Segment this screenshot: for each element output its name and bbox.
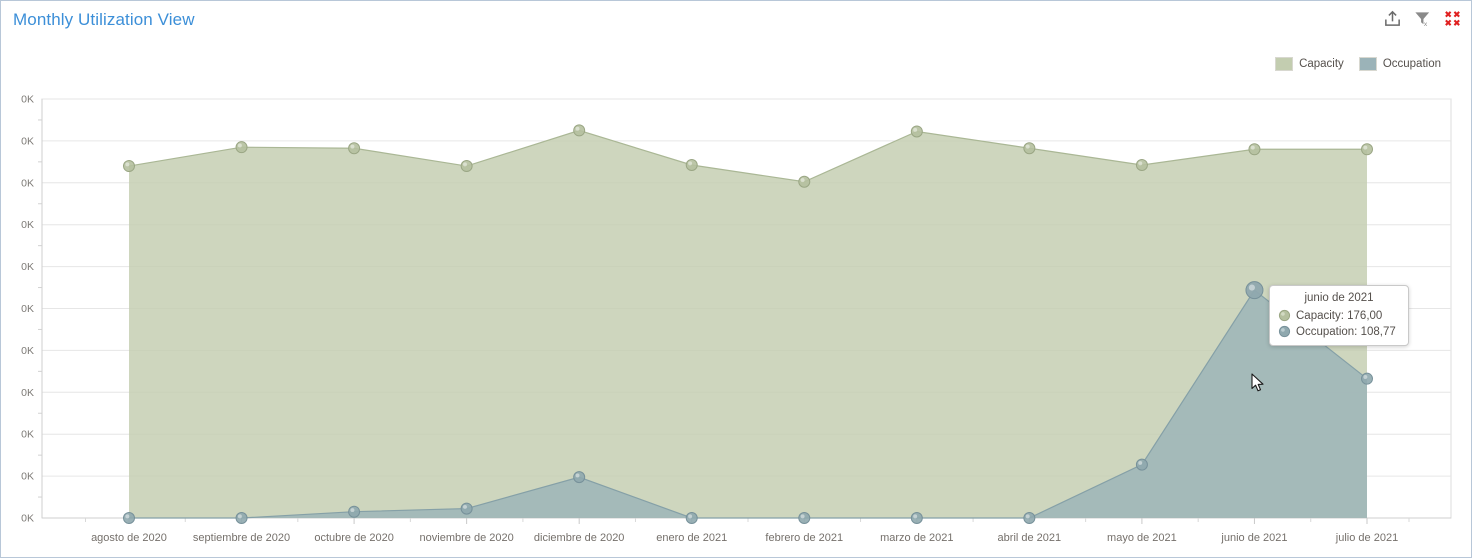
x-axis-tick-label: julio de 2021 [1335,532,1398,544]
tooltip-row-occupation: Occupation: 108,77 [1278,325,1400,338]
x-axis-tick-label: febrero de 2021 [765,532,843,544]
data-point-marker [798,512,811,524]
clear-filter-icon[interactable]: x [1413,9,1432,28]
chart-tooltip: junio de 2021 Capacity: 176,00 Occupatio… [1269,285,1409,346]
data-point-marker [1361,372,1373,385]
tooltip-row-capacity: Capacity: 176,00 [1278,309,1400,322]
tooltip-title: junio de 2021 [1304,292,1374,304]
data-point-marker [573,124,586,137]
data-point-marker [235,512,248,524]
data-point-marker [1023,142,1036,155]
legend-item-capacity[interactable]: Capacity [1275,57,1344,71]
legend-item-occupation[interactable]: Occupation [1358,57,1441,71]
y-axis-tick-label: 0K [21,471,34,483]
area-chart[interactable]: 0K 0K 0K 0K 0K 0K 0K 0K 0K 0K 0K agosto de 2020 sept… [1,85,1472,558]
x-axis-tick-label: agosto de 2020 [91,532,167,544]
x-axis-tick-label: junio de 2021 [1220,532,1287,544]
x-axis-tick-label: abril de 2021 [998,532,1062,544]
data-point-marker [685,158,698,171]
x-axis-tick-label: enero de 2021 [656,532,727,544]
y-axis-tick-label: 0K [21,303,34,315]
y-axis-tick-label: 0K [21,219,34,231]
occupation-marker-icon [1278,325,1291,338]
data-point-marker [123,512,135,524]
x-axis-tick-label: septiembre de 2020 [193,532,290,544]
capacity-marker-icon [1278,309,1291,322]
data-point-marker [1361,143,1373,156]
data-point-marker [123,160,135,173]
y-axis-tick-label: 0K [21,429,34,441]
y-axis-tick-label: 0K [21,345,34,357]
y-axis-tick-label: 0K [21,177,34,189]
chart-legend: Capacity Occupation [1275,57,1441,71]
y-axis-tick-label: 0K [21,513,34,525]
data-point-marker [685,512,698,524]
chart-panel-window: Monthly Utilization View x Capacity Occu… [0,0,1472,558]
x-axis-tick-label: diciembre de 2020 [534,532,625,544]
data-point-marker [1135,158,1148,171]
data-point-marker [1135,458,1148,471]
data-point-marker [460,502,473,515]
tooltip-occupation-value: Occupation: 108,77 [1296,325,1396,338]
data-point-marker [348,505,361,518]
data-point-marker [798,175,811,188]
x-axis-tick-label: mayo de 2021 [1107,532,1177,544]
x-axis-tick-label: noviembre de 2020 [420,532,514,544]
data-point-marker [1023,512,1036,524]
export-icon[interactable] [1383,9,1402,28]
legend-swatch-capacity [1275,57,1294,71]
y-axis-tick-label: 0K [21,261,34,273]
x-axis-tick-label: octubre de 2020 [314,532,394,544]
y-axis-tick-label: 0K [21,135,34,147]
page-title: Monthly Utilization View [13,10,195,29]
data-point-marker [910,125,923,138]
data-point-marker [1245,281,1264,300]
legend-swatch-occupation [1358,57,1377,71]
data-point-marker [573,471,586,484]
data-point-marker [910,512,923,524]
data-point-marker [460,160,473,173]
data-point-marker [348,142,361,155]
y-axis-tick-label: 0K [21,387,34,399]
chart-plot-area[interactable]: 0K 0K 0K 0K 0K 0K 0K 0K 0K 0K 0K agosto de 2020 sept… [1,85,1472,558]
x-axis-tick-label: marzo de 2021 [880,532,953,544]
titlebar-actions: x [1383,9,1462,28]
legend-label-occupation: Occupation [1382,58,1441,70]
tooltip-capacity-value: Capacity: 176,00 [1296,309,1383,322]
collapse-icon[interactable] [1443,9,1462,28]
panel-titlebar: Monthly Utilization View x [1,1,1471,41]
data-point-marker [235,141,248,154]
y-axis-tick-label: 0K [21,94,34,106]
svg-text:x: x [1424,21,1428,28]
legend-label-capacity: Capacity [1299,58,1344,70]
data-point-marker [1248,143,1261,156]
